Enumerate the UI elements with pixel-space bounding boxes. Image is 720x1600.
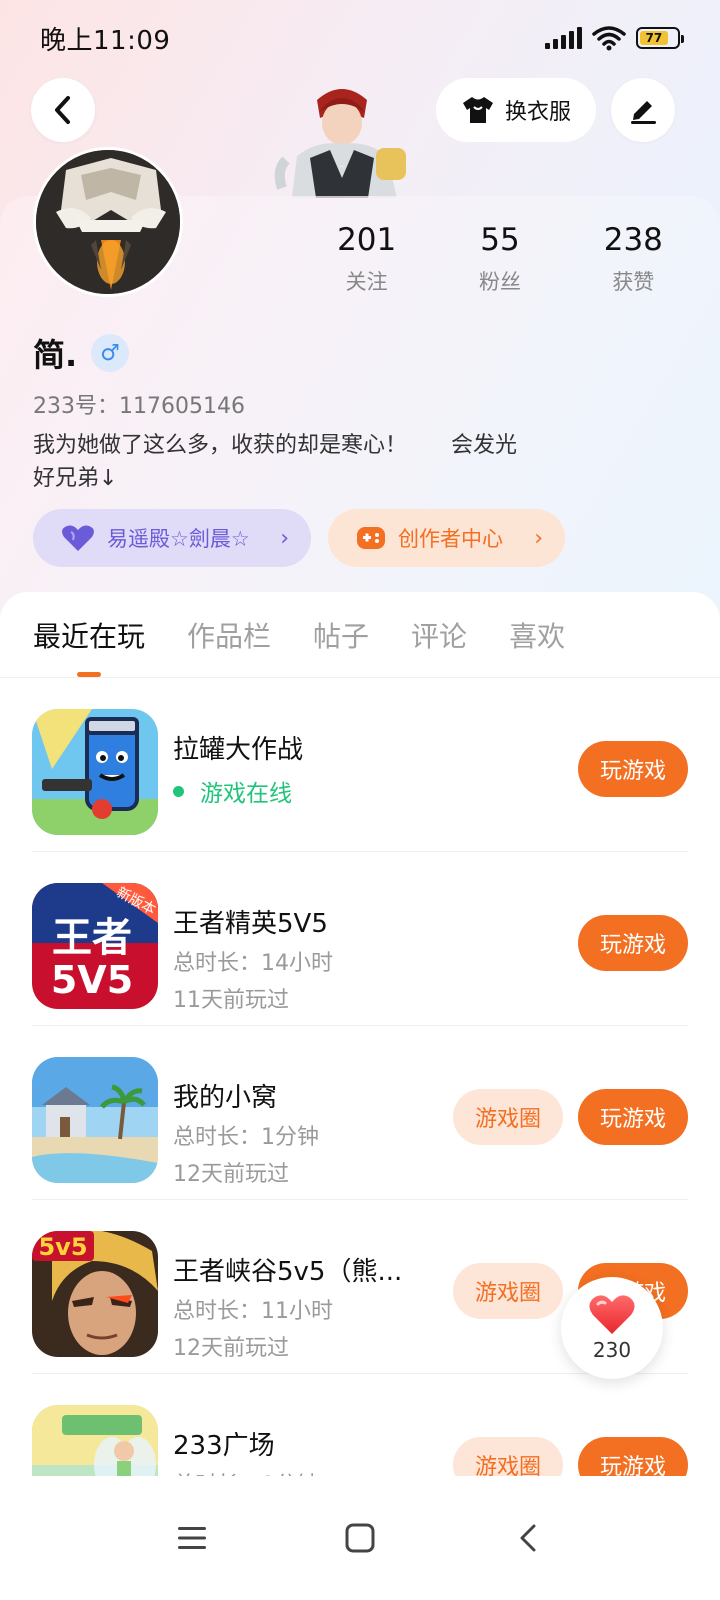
bio-line: 我为她做了这么多，收获的却是寒心！ 会发光 <box>33 433 518 458</box>
male-gender-icon: ♂ <box>91 334 130 372</box>
game-duration: 总时长：1分钟 <box>173 1125 319 1150</box>
game-last-played: 11天前玩过 <box>173 988 289 1013</box>
nickname-row: 简. ♂ <box>33 330 130 376</box>
tab-likes[interactable]: 喜欢 <box>509 615 565 655</box>
heart-icon <box>62 525 94 551</box>
game-logo-text: 5V5 <box>51 958 133 1002</box>
status-icons: 77 <box>545 25 684 51</box>
system-nav-bar <box>0 1476 720 1600</box>
menu-icon <box>178 1527 206 1549</box>
tab-posts[interactable]: 帖子 <box>313 615 369 655</box>
game-name: 我的小窝 <box>173 1083 278 1113</box>
profile-tabs: 最近在玩 作品栏 帖子 评论 喜欢 <box>0 592 720 678</box>
back-button[interactable] <box>31 78 95 142</box>
stat-label: 关注 <box>345 270 388 294</box>
gamepad-icon <box>357 527 385 549</box>
change-outfit-label: 换衣服 <box>504 100 571 125</box>
game-duration: 总时长：11小时 <box>173 1299 333 1324</box>
tab-recently-played[interactable]: 最近在玩 <box>33 615 145 655</box>
game-circle-button[interactable]: 游戏圈 <box>453 1089 563 1145</box>
list-item[interactable]: 新版本 王者 5V5 王者精英5V5 总时长：14小时 11天前玩过 玩游戏 <box>32 852 688 1026</box>
game-duration: 总时长：14小时 <box>173 951 333 976</box>
home-square-icon <box>345 1523 375 1553</box>
home-button[interactable] <box>336 1514 384 1562</box>
tshirt-icon <box>462 97 493 123</box>
game-logo-text: 王者 <box>52 915 132 961</box>
avatar[interactable] <box>33 147 183 297</box>
stat-following[interactable]: 201 关注 <box>300 222 433 296</box>
edit-profile-button[interactable] <box>611 78 675 142</box>
chevron-left-icon <box>55 96 70 124</box>
stat-value: 238 <box>603 222 663 258</box>
play-game-button[interactable]: 玩游戏 <box>578 741 688 797</box>
like-fab-button[interactable]: 230 <box>561 1277 663 1379</box>
game-name: 拉罐大作战 <box>173 735 304 765</box>
game-last-played: 12天前玩过 <box>173 1162 289 1187</box>
online-dot-icon <box>173 785 184 797</box>
stat-likes[interactable]: 238 获赞 <box>567 222 700 296</box>
list-item[interactable]: 拉罐大作战 游戏在线 玩游戏 <box>32 678 688 852</box>
online-status-label: 游戏在线 <box>200 781 292 807</box>
bio: 我为她做了这么多，收获的却是寒心！ 会发光 好兄弟↓ <box>33 429 517 495</box>
list-item[interactable]: 我的小窝 总时长：1分钟 12天前玩过 游戏圈 玩游戏 <box>32 1026 688 1200</box>
battery-icon: 77 <box>636 27 684 49</box>
profile-stats: 201 关注 55 粉丝 238 获赞 <box>300 222 700 296</box>
game-icon[interactable]: 5v5 <box>32 1231 158 1357</box>
wifi-icon <box>592 26 626 51</box>
status-bar: 晚上11:09 77 <box>0 0 720 76</box>
stat-followers[interactable]: 55 粉丝 <box>433 222 566 296</box>
battery-level: 77 <box>640 31 668 45</box>
pencil-icon <box>631 101 656 124</box>
game-logo-text: 5v5 <box>38 1233 87 1261</box>
system-back-button[interactable] <box>504 1514 552 1562</box>
stat-label: 获赞 <box>612 270 655 294</box>
back-arrow-icon <box>520 1524 536 1552</box>
game-icon[interactable]: 新版本 王者 5V5 <box>32 883 158 1009</box>
nickname: 简. <box>33 336 78 374</box>
like-count: 230 <box>592 1338 632 1362</box>
signal-icon <box>545 27 582 49</box>
play-game-button[interactable]: 玩游戏 <box>578 1089 688 1145</box>
bio-line: 好兄弟↓ <box>33 466 118 491</box>
creator-center-button[interactable]: 创作者中心 › <box>328 509 565 567</box>
stat-value: 55 <box>480 222 520 258</box>
game-icon[interactable] <box>32 1057 158 1183</box>
menu-button[interactable] <box>168 1514 216 1562</box>
guild-button[interactable]: 易遥殿☆劍晨☆ › <box>33 509 311 567</box>
svg-text:~: ~ <box>339 161 345 173</box>
user-id: 233号：117605146 <box>33 394 245 419</box>
guild-label: 易遥殿☆劍晨☆ <box>107 527 250 551</box>
game-circle-button[interactable]: 游戏圈 <box>453 1263 563 1319</box>
game-name: 王者精英5V5 <box>173 909 328 939</box>
game-icon[interactable] <box>32 709 158 835</box>
heart-icon <box>589 1295 635 1334</box>
creator-center-label: 创作者中心 <box>398 527 503 551</box>
tab-works[interactable]: 作品栏 <box>187 615 271 655</box>
chevron-right-icon: › <box>534 525 543 551</box>
chevron-right-icon: › <box>280 525 289 551</box>
stat-value: 201 <box>337 222 397 258</box>
game-name: 233广场 <box>173 1431 275 1461</box>
character-avatar-3d[interactable]: ~ <box>272 78 412 198</box>
stat-label: 粉丝 <box>478 270 521 294</box>
online-status: 游戏在线 <box>173 774 292 808</box>
game-last-played: 12天前玩过 <box>173 1336 289 1361</box>
change-outfit-button[interactable]: 换衣服 <box>436 78 596 142</box>
play-game-button[interactable]: 玩游戏 <box>578 915 688 971</box>
tab-comments[interactable]: 评论 <box>411 615 467 655</box>
game-name: 王者峡谷5v5（熊... <box>173 1257 403 1287</box>
status-time: 晚上11:09 <box>40 25 171 56</box>
